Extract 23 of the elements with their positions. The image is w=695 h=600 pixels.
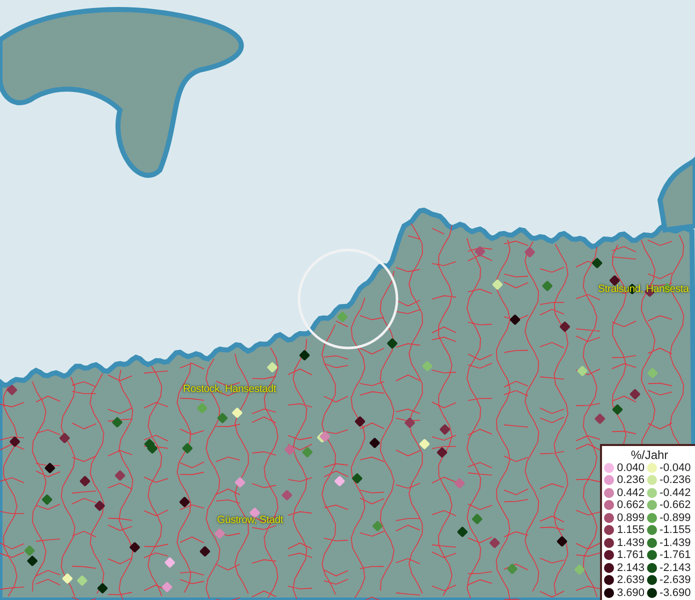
legend-label: -3.690 xyxy=(660,586,691,599)
legend-label: 1.155 xyxy=(617,524,645,536)
legend-label: -2.639 xyxy=(660,574,691,586)
legend-label: -0.236 xyxy=(660,474,691,486)
legend-label: 3.690 xyxy=(617,586,645,599)
legend-label: -1.439 xyxy=(660,536,691,549)
legend-label: 0.040 xyxy=(617,462,645,474)
legend-label: -1.761 xyxy=(660,549,691,562)
legend-label: 0.442 xyxy=(617,486,645,499)
legend-label: -0.442 xyxy=(660,486,691,499)
legend-label: 0.899 xyxy=(617,512,645,524)
legend-label: 1.439 xyxy=(617,536,645,549)
legend-label: 0.662 xyxy=(617,499,645,512)
legend-label: 0.236 xyxy=(617,474,645,486)
legend-label: 2.143 xyxy=(617,562,645,574)
legend-label: -0.662 xyxy=(660,499,691,512)
legend-label: -2.143 xyxy=(660,562,691,574)
legend-label: -0.899 xyxy=(660,512,691,524)
legend-label: 2.639 xyxy=(617,574,645,586)
legend-label: -1.155 xyxy=(660,524,691,536)
legend-label: 1.761 xyxy=(617,549,645,562)
legend-label: -0.040 xyxy=(660,462,691,474)
legend-title: %/Jahr xyxy=(630,448,670,462)
